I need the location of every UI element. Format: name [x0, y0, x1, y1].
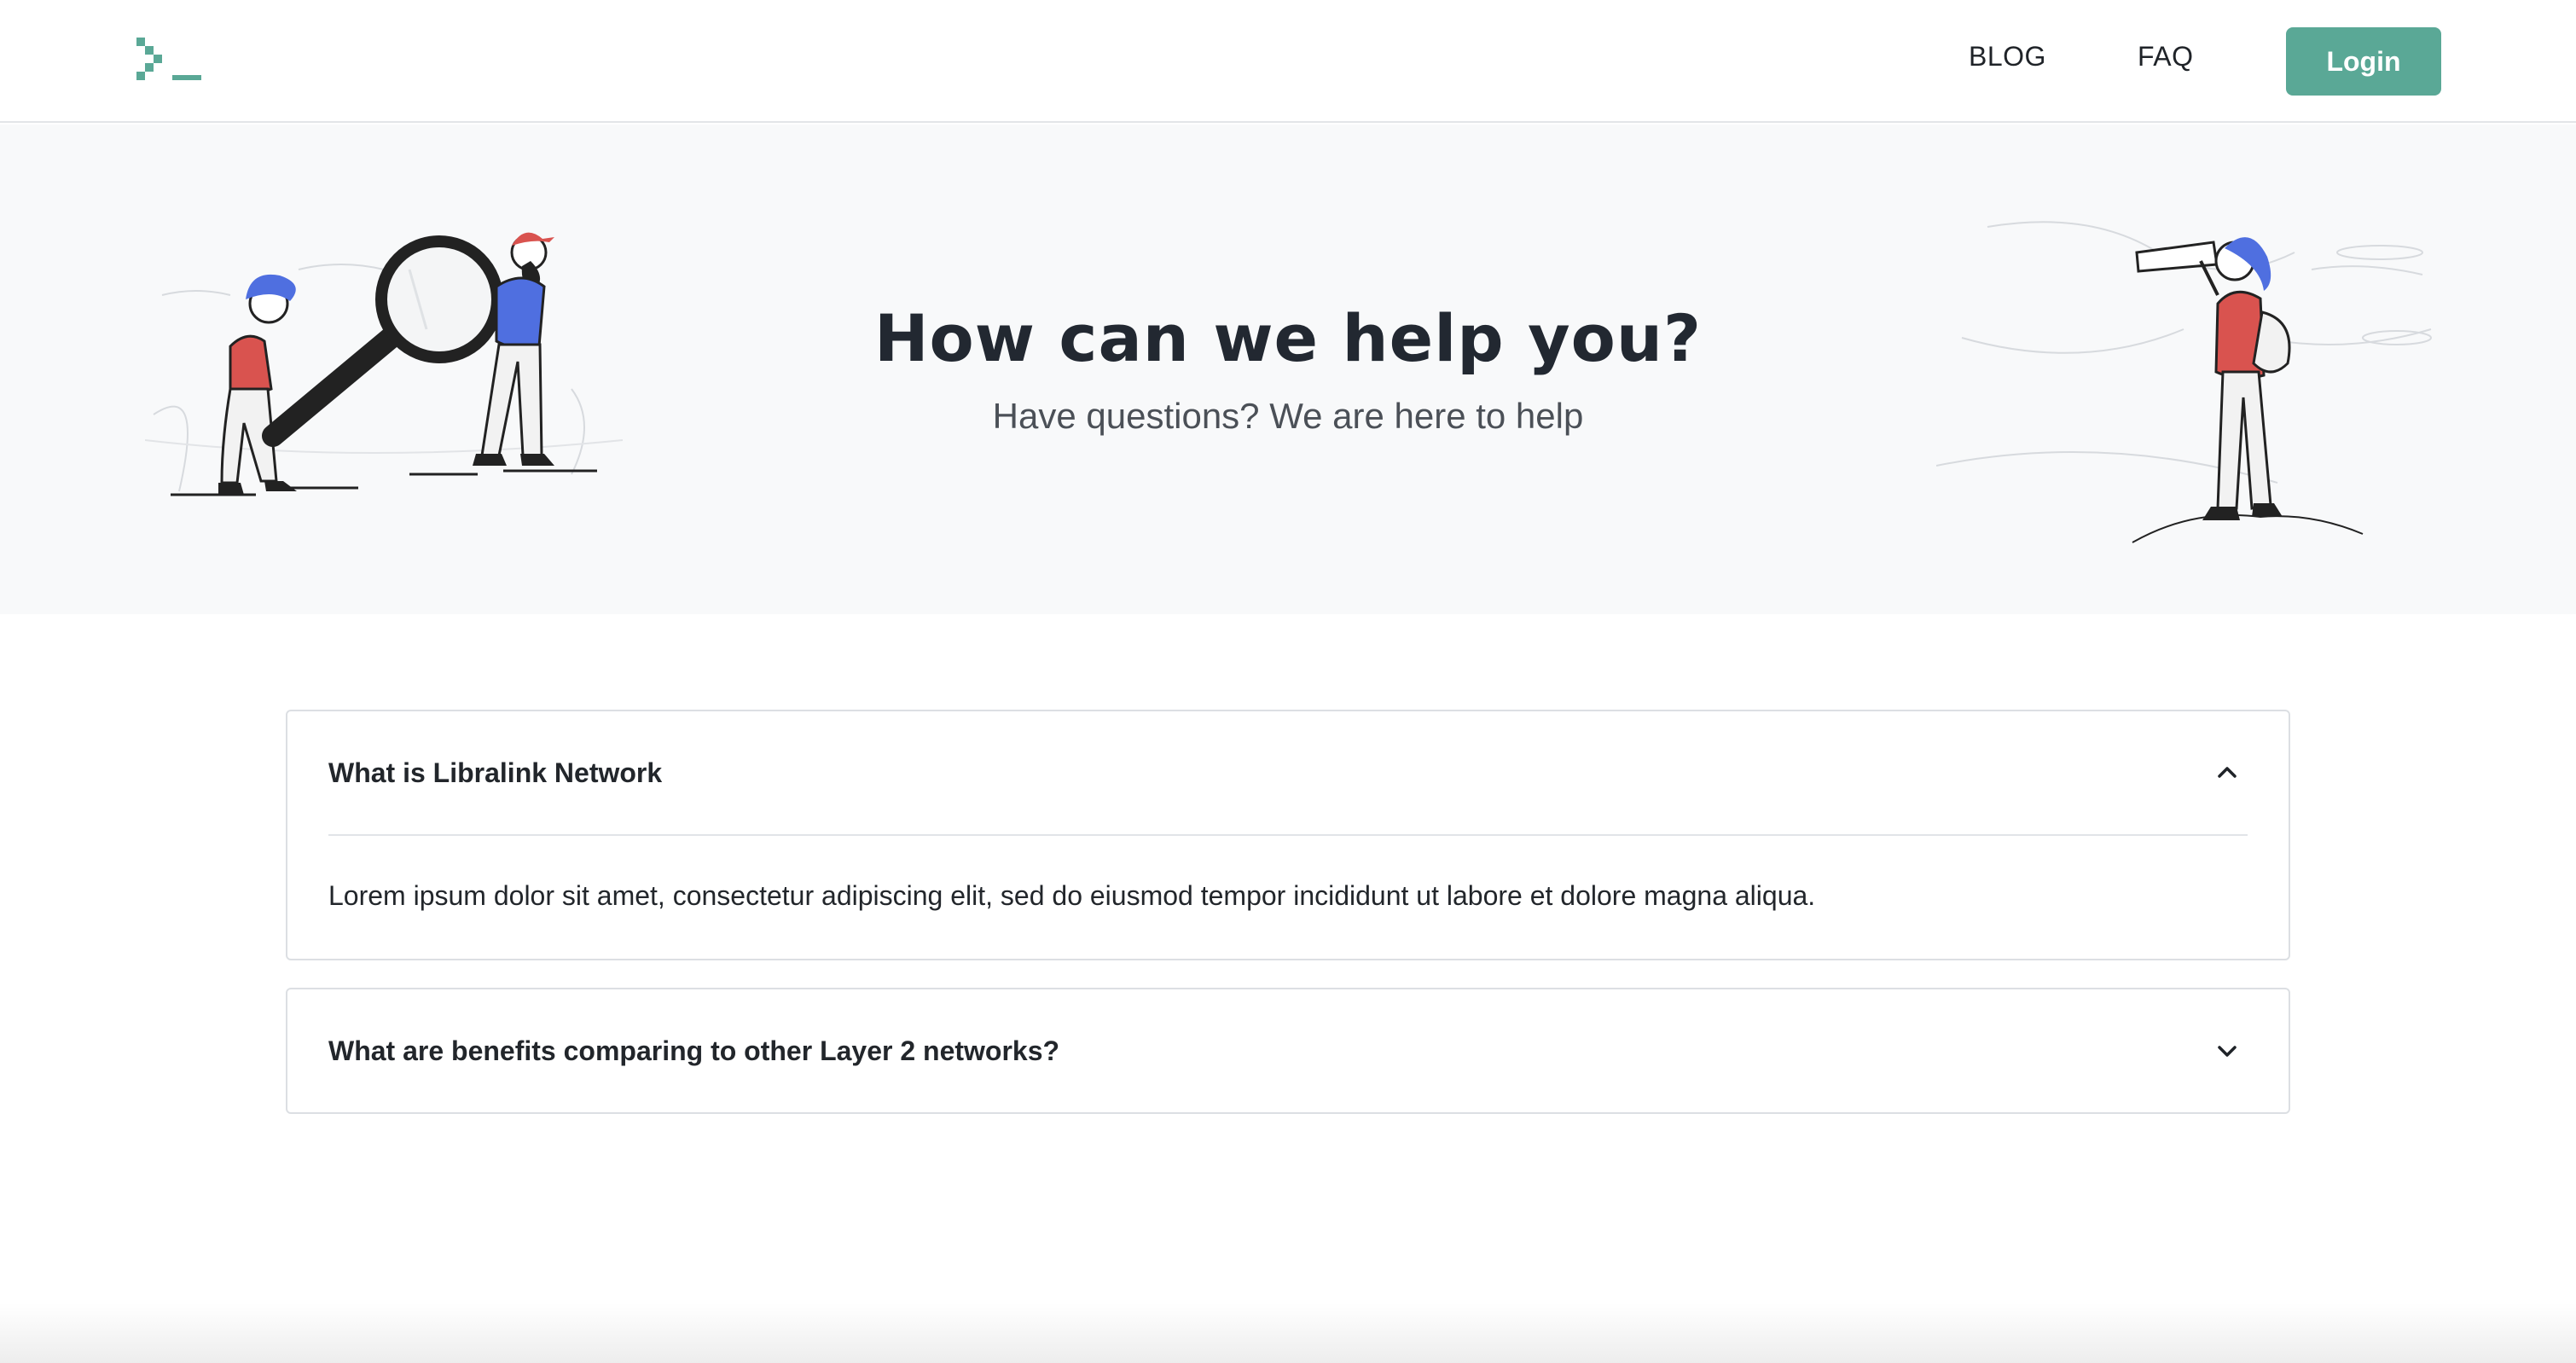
telescope-person-illustration — [1936, 221, 2432, 543]
chevron-up-icon[interactable] — [2215, 761, 2239, 785]
login-button[interactable]: Login — [2286, 27, 2441, 96]
nav-blog-link[interactable]: BLOG — [1969, 41, 2046, 72]
footer-shadow — [0, 1303, 2576, 1363]
hero-banner: How can we help you? Have questions? We … — [0, 125, 2576, 614]
faq-question-header[interactable]: What are benefits comparing to other Lay… — [287, 989, 2289, 1112]
terminal-prompt-icon[interactable] — [136, 38, 201, 85]
faq-item: What is Libralink Network Lorem ipsum do… — [286, 710, 2290, 960]
chevron-down-icon[interactable] — [2215, 1039, 2239, 1063]
faq-question: What is Libralink Network — [328, 757, 663, 788]
top-navbar: BLOG FAQ Login — [0, 0, 2576, 123]
faq-question-header[interactable]: What is Libralink Network — [287, 711, 2289, 834]
faq-list: What is Libralink Network Lorem ipsum do… — [286, 710, 2290, 1141]
faq-question: What are benefits comparing to other Lay… — [328, 1035, 1060, 1066]
nav-faq-link[interactable]: FAQ — [2138, 41, 2194, 72]
faq-item: What are benefits comparing to other Lay… — [286, 988, 2290, 1114]
faq-answer: Lorem ipsum dolor sit amet, consectetur … — [328, 880, 1816, 911]
